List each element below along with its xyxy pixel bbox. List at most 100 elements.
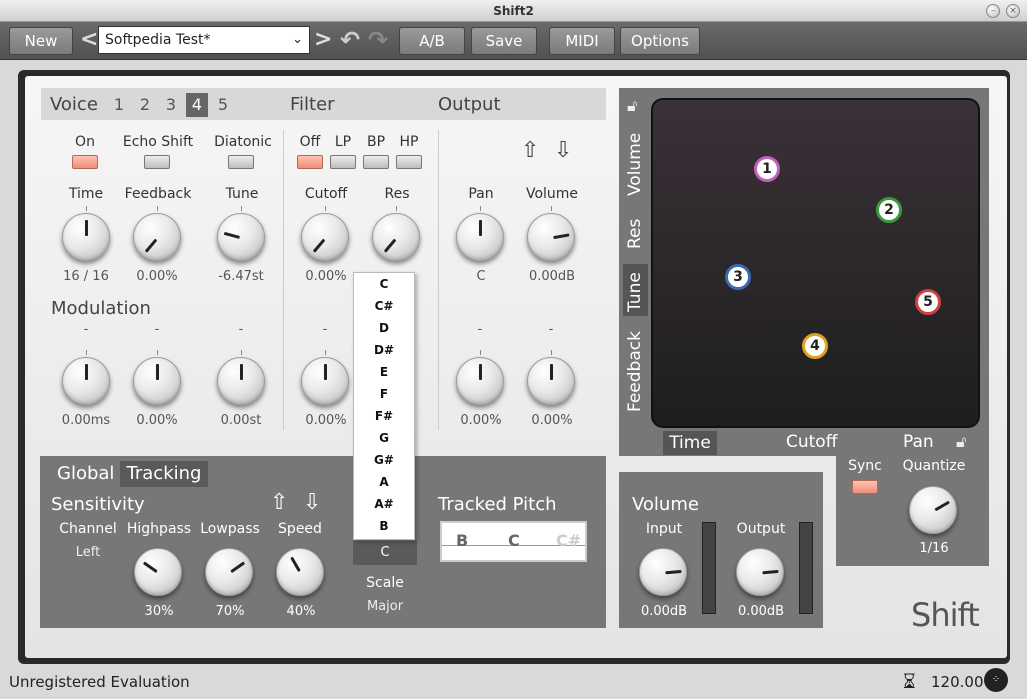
tick xyxy=(86,350,87,355)
lowpass-knob[interactable] xyxy=(205,548,253,596)
on-label: On xyxy=(75,134,95,150)
pan-knob[interactable] xyxy=(456,213,504,261)
diatonic-toggle[interactable] xyxy=(228,155,254,169)
time-knob[interactable] xyxy=(62,213,110,261)
key-option[interactable]: A xyxy=(354,471,414,493)
voice-tab-1[interactable]: 1 xyxy=(112,95,126,114)
voice-node-5[interactable]: 5 xyxy=(915,289,941,315)
divider xyxy=(438,130,439,430)
mod-dash: - xyxy=(238,322,244,337)
xtab-pan[interactable]: Pan xyxy=(903,432,934,452)
voice-tab-5[interactable]: 5 xyxy=(216,95,230,114)
highpass-value: 30% xyxy=(144,604,174,619)
key-option[interactable]: C# xyxy=(354,295,414,317)
mod-volume-knob[interactable] xyxy=(527,357,575,405)
global-tab[interactable]: Global xyxy=(57,463,114,484)
voice-node-2[interactable]: 2 xyxy=(876,197,902,223)
echo-shift-toggle[interactable] xyxy=(144,155,170,169)
key-option[interactable]: A# xyxy=(354,493,414,515)
key-option[interactable]: F xyxy=(354,383,414,405)
download-icon[interactable]: ⇩ xyxy=(554,138,572,163)
filter-lp-toggle[interactable] xyxy=(330,155,356,169)
upload-icon[interactable]: ⇧ xyxy=(521,138,539,163)
midi-icon[interactable]: ⁘ xyxy=(984,668,1008,692)
ytab-tune[interactable]: Tune xyxy=(625,272,645,312)
quantize-knob[interactable] xyxy=(909,486,957,534)
volume-knob[interactable] xyxy=(527,213,575,261)
save-button[interactable]: Save xyxy=(471,27,537,55)
output-value: 0.00dB xyxy=(737,604,785,619)
tracking-tab[interactable]: Tracking xyxy=(120,461,208,487)
xtab-time[interactable]: Time xyxy=(663,431,717,455)
bpm-value[interactable]: 120.00 xyxy=(931,673,984,691)
mod-tune-knob[interactable] xyxy=(217,357,265,405)
voice-tab-2[interactable]: 2 xyxy=(138,95,152,114)
tracked-pitch-label: Tracked Pitch xyxy=(438,494,557,515)
res-knob[interactable] xyxy=(372,213,420,261)
mod-feedback-knob[interactable] xyxy=(133,357,181,405)
mod-cutoff-knob[interactable] xyxy=(301,357,349,405)
xtab-cutoff[interactable]: Cutoff xyxy=(786,432,837,452)
filter-hp-toggle[interactable] xyxy=(396,155,422,169)
mod-pan-knob[interactable] xyxy=(456,357,504,405)
mod-feedback-value: 0.00% xyxy=(136,413,178,428)
key-option[interactable]: F# xyxy=(354,405,414,427)
filter-bp-toggle[interactable] xyxy=(363,155,389,169)
new-button[interactable]: New xyxy=(9,27,73,55)
minimize-icon[interactable]: – xyxy=(986,4,1000,18)
key-option[interactable]: G xyxy=(354,427,414,449)
sensitivity-label: Sensitivity xyxy=(51,494,145,515)
close-icon[interactable]: × xyxy=(1006,4,1020,18)
modulation-label: Modulation xyxy=(51,298,151,319)
tick xyxy=(157,350,158,355)
key-option[interactable]: D xyxy=(354,317,414,339)
key-option[interactable]: B xyxy=(354,515,414,537)
mod-time-knob[interactable] xyxy=(62,357,110,405)
key-dropdown[interactable]: C C# D D# E F F# G G# A A# B xyxy=(353,272,415,540)
output-knob[interactable] xyxy=(736,548,784,596)
voice-node-4[interactable]: 4 xyxy=(802,333,828,359)
preset-select[interactable]: Softpedia Test* ⌄ xyxy=(98,26,310,54)
redo-icon[interactable]: ↷ xyxy=(368,28,388,52)
channel-value[interactable]: Left xyxy=(56,545,120,560)
upload-icon[interactable]: ⇧ xyxy=(270,490,288,515)
ab-button[interactable]: A/B xyxy=(399,27,465,55)
output-meter xyxy=(799,522,813,614)
speed-knob[interactable] xyxy=(276,548,324,596)
voice-node-1[interactable]: 1 xyxy=(754,156,780,182)
feedback-value: 0.00% xyxy=(136,269,178,284)
voice-node-3[interactable]: 3 xyxy=(725,264,751,290)
highpass-knob[interactable] xyxy=(134,548,182,596)
options-button[interactable]: Options xyxy=(620,27,700,55)
lock-icon[interactable]: 🔓︎ xyxy=(956,432,966,452)
lock-icon[interactable]: 🔓︎ xyxy=(627,96,637,116)
scale-value[interactable]: Major xyxy=(353,599,417,614)
ytab-res[interactable]: Res xyxy=(625,219,645,249)
download-icon[interactable]: ⇩ xyxy=(303,490,321,515)
key-option[interactable]: D# xyxy=(354,339,414,361)
ytab-feedback[interactable]: Feedback xyxy=(625,331,645,412)
xy-pad[interactable] xyxy=(651,98,980,428)
feedback-knob[interactable] xyxy=(133,213,181,261)
window-titlebar: Shift2 xyxy=(0,0,1027,22)
prev-preset-icon[interactable]: < xyxy=(80,28,98,52)
echo-shift-label: Echo Shift xyxy=(122,134,194,150)
filter-off-toggle[interactable] xyxy=(297,155,323,169)
voice-tab-3[interactable]: 3 xyxy=(164,95,178,114)
key-option[interactable]: G# xyxy=(354,449,414,471)
metronome-icon[interactable]: ⏳︎ xyxy=(903,669,916,693)
on-toggle[interactable] xyxy=(72,155,98,169)
key-option[interactable]: C xyxy=(354,273,414,295)
midi-button[interactable]: MIDI xyxy=(549,27,615,55)
cutoff-knob[interactable] xyxy=(301,213,349,261)
tune-label: Tune xyxy=(225,186,259,202)
undo-icon[interactable]: ↶ xyxy=(340,28,360,52)
voice-tab-4[interactable]: 4 xyxy=(186,93,208,117)
next-preset-icon[interactable]: > xyxy=(314,28,332,52)
ytab-volume[interactable]: Volume xyxy=(625,133,645,196)
input-knob[interactable] xyxy=(639,548,687,596)
key-select[interactable]: C xyxy=(353,541,417,565)
tune-knob[interactable] xyxy=(217,213,265,261)
key-option[interactable]: E xyxy=(354,361,414,383)
sync-toggle[interactable] xyxy=(852,480,878,494)
